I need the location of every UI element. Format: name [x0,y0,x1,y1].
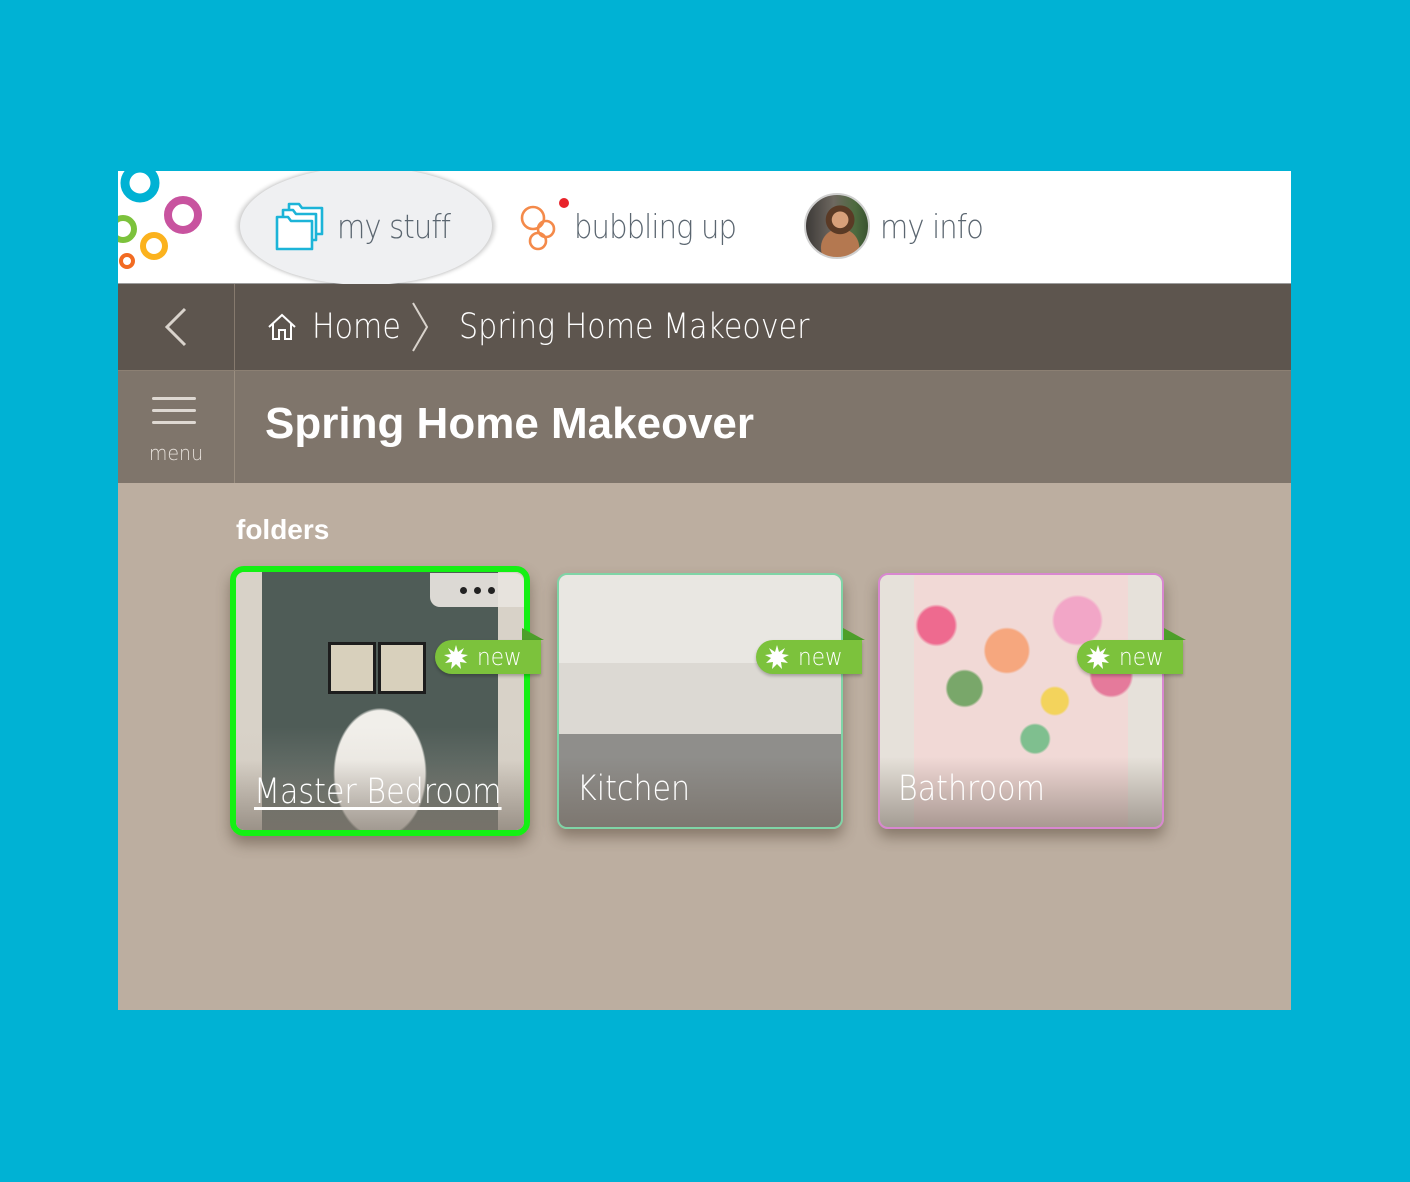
notification-dot [559,198,569,208]
dot-icon [487,586,495,594]
tab-label: my info [880,206,984,246]
menu-label: menu [148,441,204,465]
badge-label: new [798,643,843,671]
dot-icon [459,586,467,594]
tab-bubbling-up[interactable]: bubbling up [518,171,758,281]
badge-flap [1164,628,1186,640]
bubbles-icon [520,198,569,251]
badge-label: new [477,643,522,671]
dot-icon [473,586,481,594]
bubbles-logo-icon[interactable] [118,171,228,281]
hamburger-icon [152,397,196,433]
picture-frame [378,642,426,694]
tab-my-stuff[interactable]: my stuff [273,171,465,281]
breadcrumb-bar: Home Spring Home Makeover [118,284,1291,371]
starburst-icon [444,645,468,669]
new-badge: new [435,640,541,674]
folders-section-label: folders [236,514,330,545]
breadcrumb-current: Spring Home Makeover [459,307,810,347]
badge-label: new [1119,643,1164,671]
starburst-icon [1086,645,1110,669]
tab-label: my stuff [337,206,451,246]
badge-flap [522,628,544,640]
new-badge: new [1077,640,1183,674]
breadcrumb-home-label: Home [312,307,401,347]
top-nav: my stuff bubbling up my info [118,171,1291,285]
folder-name[interactable]: Master Bedroom [254,772,502,812]
new-badge: new [756,640,862,674]
picture-frame [328,642,376,694]
folder-name[interactable]: Kitchen [577,769,690,809]
page-title: Spring Home Makeover [265,399,755,448]
breadcrumb-home[interactable]: Home [266,307,415,347]
breadcrumb: Home Spring Home Makeover [266,284,867,370]
home-icon [268,313,296,340]
more-options-button[interactable] [430,573,524,607]
back-button[interactable] [118,284,235,370]
folders-icon [275,202,324,251]
folder-card-bathroom[interactable]: Bathroom [878,573,1164,829]
chevron-right-icon [412,302,429,352]
folder-card-kitchen[interactable]: Kitchen [557,573,843,829]
chevron-left-icon [164,307,187,347]
tab-my-info[interactable]: my info [804,171,997,281]
menu-button[interactable]: menu [118,371,235,483]
starburst-icon [765,645,789,669]
tab-label: bubbling up [574,206,737,246]
title-bar: menu Spring Home Makeover [118,371,1291,483]
folder-name[interactable]: Bathroom [898,769,1045,809]
avatar [804,193,870,259]
app-window: my stuff bubbling up my info Home Spring… [118,171,1291,1010]
badge-flap [843,628,865,640]
